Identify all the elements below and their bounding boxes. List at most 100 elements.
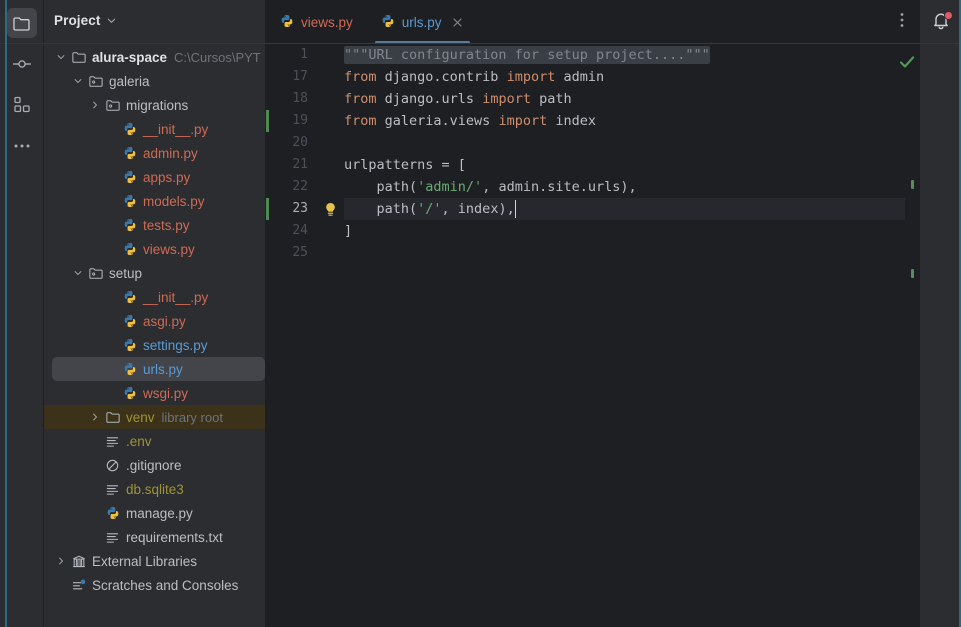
tree-item-venv[interactable]: venv library root: [44, 405, 265, 429]
code-line[interactable]: path('admin/', admin.site.urls),: [344, 176, 919, 198]
tree-item-external-libraries[interactable]: External Libraries: [44, 549, 265, 573]
tree-item-asgi-py[interactable]: asgi.py: [44, 309, 265, 333]
editor-tabbar: views.py urls.py: [266, 0, 919, 44]
editor-tab-urls-py[interactable]: urls.py: [367, 0, 478, 44]
tree-item-gitignore[interactable]: .gitignore: [44, 453, 265, 477]
code-editor[interactable]: 1> 17 18 19 20 21 22 23 24 25 """URL configuratio…: [266, 44, 919, 627]
notifications-button[interactable]: [928, 10, 954, 36]
checkmark-icon[interactable]: [898, 53, 916, 71]
tree-item-label: db.sqlite3: [126, 481, 184, 497]
tree-item-requirements-txt[interactable]: requirements.txt: [44, 525, 265, 549]
activity-item-commit[interactable]: [7, 49, 37, 79]
gitignore-icon: [104, 459, 121, 472]
python-file-icon: [121, 362, 138, 376]
tree-item-db-sqlite3[interactable]: db.sqlite3: [44, 477, 265, 501]
line-number: 21: [292, 157, 308, 172]
tree-item-views-py[interactable]: views.py: [44, 237, 265, 261]
python-file-icon: [121, 194, 138, 208]
tabbar-more-button[interactable]: [885, 0, 919, 44]
code-line[interactable]: from django.urls import path: [344, 88, 919, 110]
tree-item-galeria[interactable]: galeria: [44, 69, 265, 93]
tree-item-alura-space[interactable]: alura-space C:\Cursos\PYT: [44, 45, 265, 69]
tree-item-tests-py[interactable]: tests.py: [44, 213, 265, 237]
chevron-down-icon[interactable]: [71, 74, 85, 88]
chevron-down-icon[interactable]: [71, 266, 85, 280]
tree-item-label: External Libraries: [92, 553, 198, 569]
tree-item-label: venv: [126, 409, 155, 425]
code-line[interactable]: urlpatterns = [: [344, 154, 919, 176]
ide-window: Project alura-space C:\Cursos\PYT galeria m…: [0, 0, 961, 627]
tree-item-label: tests.py: [143, 217, 190, 233]
folded-docstring[interactable]: """URL configuration for setup project..…: [344, 46, 710, 64]
text-file-icon: [104, 531, 121, 544]
scrollbar-change-marker: [911, 269, 914, 278]
tree-item-init-py[interactable]: __init__.py: [44, 285, 265, 309]
vcs-change-marker[interactable]: [266, 110, 269, 132]
intention-gutter[interactable]: [316, 44, 344, 627]
activity-item-structure[interactable]: [7, 90, 37, 120]
tree-item-manage-py[interactable]: manage.py: [44, 501, 265, 525]
chevron-right-icon[interactable]: [88, 410, 102, 424]
line-number-gutter[interactable]: 1> 17 18 19 20 21 22 23 24 25: [266, 44, 328, 627]
tree-item-label: urls.py: [143, 361, 183, 377]
line-number: 19: [292, 113, 308, 128]
tabbar-spacer: [478, 0, 885, 44]
tree-item-label: views.py: [143, 241, 195, 257]
editor-tab-views-py[interactable]: views.py: [266, 0, 367, 44]
tree-item-models-py[interactable]: models.py: [44, 189, 265, 213]
code-line[interactable]: from django.contrib import admin: [344, 66, 919, 88]
chevron-right-icon[interactable]: [54, 554, 68, 568]
code-line[interactable]: """URL configuration for setup project..…: [344, 44, 919, 66]
divider: [0, 43, 961, 44]
tree-item-sublabel: C:\Cursos\PYT: [174, 49, 261, 65]
tree-item-scratches-and-consoles[interactable]: Scratches and Consoles: [44, 573, 265, 597]
chevron-down-icon[interactable]: [54, 50, 68, 64]
tree-item-init-py[interactable]: __init__.py: [44, 117, 265, 141]
editor-area: views.py urls.py 1> 17 18 19 20 21 22 23 24 25 """…: [266, 0, 919, 627]
chevron-right-icon[interactable]: [88, 98, 102, 112]
python-file-icon: [121, 170, 138, 184]
tree-item-settings-py[interactable]: settings.py: [44, 333, 265, 357]
code-line[interactable]: [344, 242, 919, 264]
python-file-icon: [121, 242, 138, 256]
scrollbar-change-marker: [911, 180, 914, 189]
tree-item-urls-py[interactable]: urls.py: [44, 357, 265, 381]
code-line[interactable]: from galeria.views import index: [344, 110, 919, 132]
tree-item-migrations[interactable]: migrations: [44, 93, 265, 117]
more-horizontal-icon: [13, 143, 31, 149]
code-content[interactable]: """URL configuration for setup project..…: [344, 44, 919, 627]
close-icon[interactable]: [452, 16, 464, 28]
python-file-icon: [121, 386, 138, 400]
notification-badge: [943, 11, 953, 20]
tree-item-label: galeria: [109, 73, 150, 89]
code-line[interactable]: ]: [344, 220, 919, 242]
lightbulb-icon[interactable]: [324, 202, 337, 222]
tree-item-label: apps.py: [143, 169, 191, 185]
tree-item-setup[interactable]: setup: [44, 261, 265, 285]
python-file-icon: [121, 314, 138, 328]
chevron-down-icon[interactable]: [106, 15, 117, 26]
vcs-change-marker[interactable]: [266, 198, 269, 220]
python-file-icon: [121, 218, 138, 232]
tree-item-apps-py[interactable]: apps.py: [44, 165, 265, 189]
code-line[interactable]: [344, 132, 919, 154]
tree-item-wsgi-py[interactable]: wsgi.py: [44, 381, 265, 405]
tree-item-admin-py[interactable]: admin.py: [44, 141, 265, 165]
activity-item-more[interactable]: [7, 131, 37, 161]
editor-scrollbar-markers[interactable]: [899, 44, 919, 627]
line-number: 20: [292, 135, 308, 150]
tree-item-label: setup: [109, 265, 143, 281]
code-line[interactable]: path('/', index),: [344, 198, 919, 220]
tree-item-env[interactable]: .env: [44, 429, 265, 453]
activity-item-project[interactable]: [6, 8, 37, 38]
